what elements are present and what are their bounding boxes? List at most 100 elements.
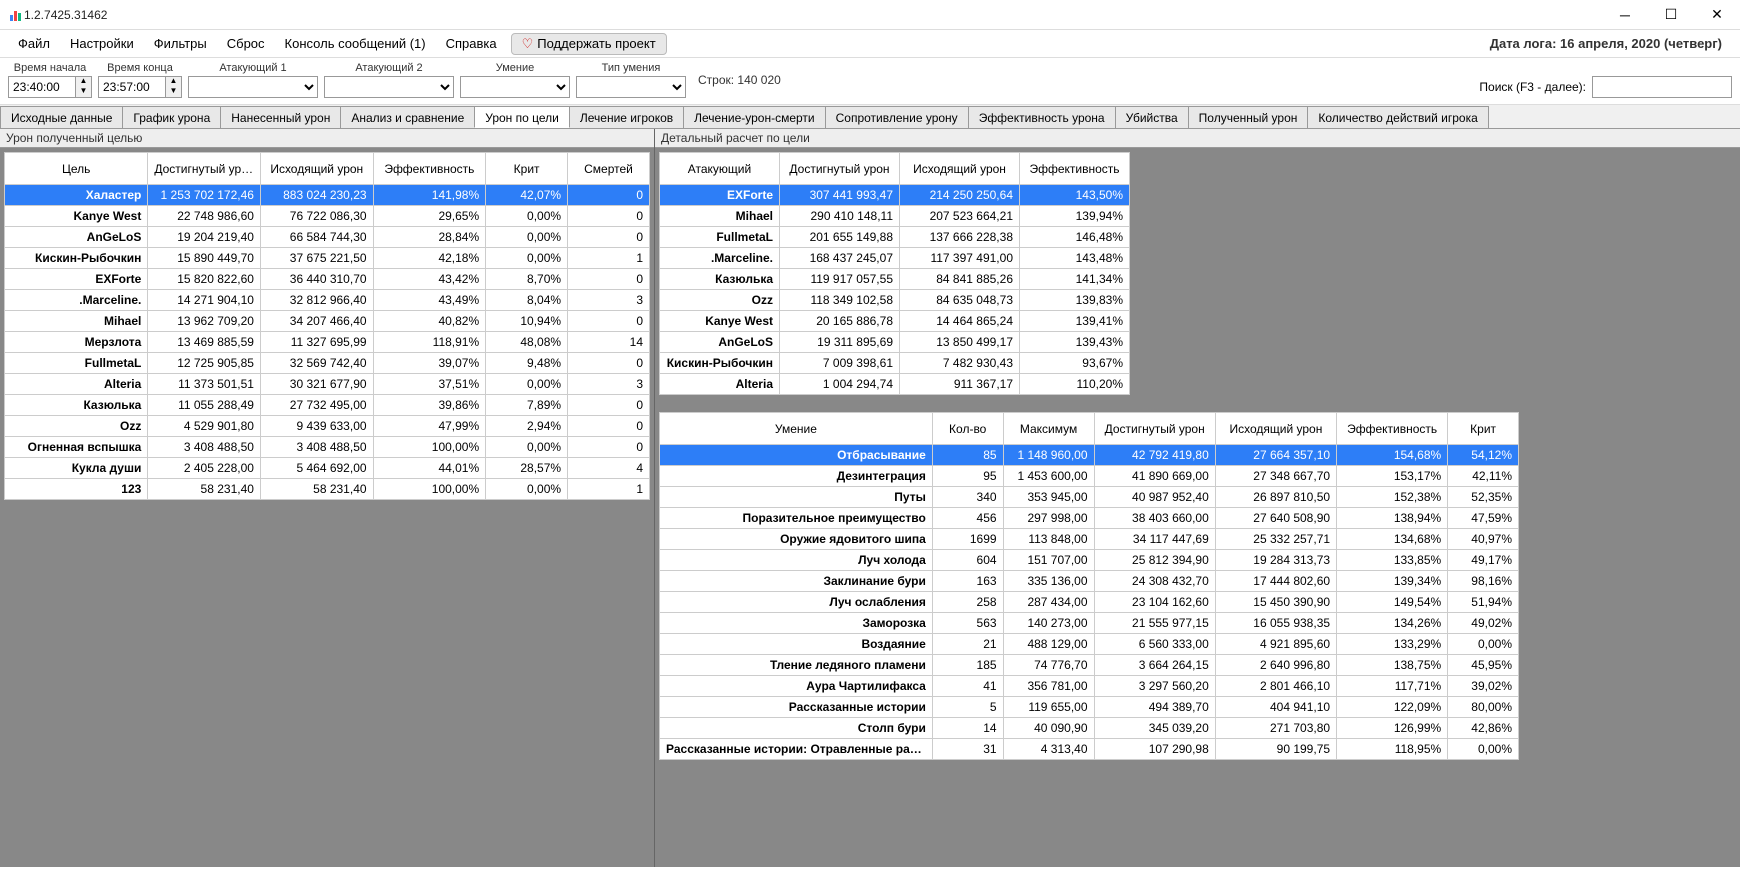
table-row[interactable]: Мерзлота13 469 885,5911 327 695,99118,91… [5, 332, 650, 353]
col-header[interactable]: Умение [660, 413, 933, 445]
spin-down-icon[interactable]: ▼ [165, 87, 181, 97]
table-row[interactable]: AnGeLoS19 311 895,6913 850 499,17139,43% [660, 332, 1130, 353]
table-row[interactable]: Путы340353 945,0040 987 952,4026 897 810… [660, 487, 1519, 508]
tab-1[interactable]: График урона [122, 106, 221, 128]
row-value: 74 776,70 [1003, 655, 1094, 676]
row-name: Кискин-Рыбочкин [660, 353, 780, 374]
row-value: 0,00% [486, 248, 568, 269]
col-header[interactable]: Исходящий урон [1215, 413, 1336, 445]
menu-reset[interactable]: Сброс [217, 32, 275, 55]
col-header[interactable]: Цель [5, 153, 148, 185]
table-row[interactable]: AnGeLoS19 204 219,4066 584 744,3028,84%0… [5, 227, 650, 248]
attacker2-combo[interactable] [324, 76, 454, 98]
table-row[interactable]: Alteria11 373 501,5130 321 677,9037,51%0… [5, 374, 650, 395]
table-row[interactable]: Тление ледяного пламени18574 776,703 664… [660, 655, 1519, 676]
table-row[interactable]: Поразительное преимущество456297 998,003… [660, 508, 1519, 529]
col-header[interactable]: Эффективность [1337, 413, 1448, 445]
table-row[interactable]: Рассказанные истории: Отравленные расска… [660, 739, 1519, 760]
col-header[interactable]: Кол-во [932, 413, 1003, 445]
col-header[interactable]: Крит [1448, 413, 1519, 445]
tab-10[interactable]: Полученный урон [1188, 106, 1309, 128]
table-row[interactable]: Mihael13 962 709,2034 207 466,4040,82%10… [5, 311, 650, 332]
menu-file[interactable]: Файл [8, 32, 60, 55]
table-row[interactable]: Казюлька11 055 288,4927 732 495,0039,86%… [5, 395, 650, 416]
tab-2[interactable]: Нанесенный урон [220, 106, 341, 128]
tab-9[interactable]: Убийства [1115, 106, 1189, 128]
table-row[interactable]: .Marceline.168 437 245,07117 397 491,001… [660, 248, 1130, 269]
row-count: Строк: 140 020 [698, 73, 781, 87]
spin-down-icon[interactable]: ▼ [75, 87, 91, 97]
col-header[interactable]: Смертей [568, 153, 650, 185]
table-row[interactable]: Mihael290 410 148,11207 523 664,21139,94… [660, 206, 1130, 227]
tab-11[interactable]: Количество действий игрока [1307, 106, 1488, 128]
attacker-table[interactable]: АтакующийДостигнутый уронИсходящий уронЭ… [659, 152, 1130, 395]
table-row[interactable]: Отбрасывание851 148 960,0042 792 419,802… [660, 445, 1519, 466]
table-row[interactable]: Рассказанные истории5119 655,00494 389,7… [660, 697, 1519, 718]
table-row[interactable]: Халастер1 253 702 172,46883 024 230,2314… [5, 185, 650, 206]
table-row[interactable]: Аура Чартилифакса41356 781,003 297 560,2… [660, 676, 1519, 697]
skill-combo[interactable] [460, 76, 570, 98]
maximize-button[interactable]: ☐ [1648, 0, 1694, 30]
attacker1-combo[interactable] [188, 76, 318, 98]
col-header[interactable]: Атакующий [660, 153, 780, 185]
table-row[interactable]: Заморозка563140 273,0021 555 977,1516 05… [660, 613, 1519, 634]
table-row[interactable]: Kanye West20 165 886,7814 464 865,24139,… [660, 311, 1130, 332]
table-row[interactable]: Кискин-Рыбочкин7 009 398,617 482 930,439… [660, 353, 1130, 374]
table-row[interactable]: Кискин-Рыбочкин15 890 449,7037 675 221,5… [5, 248, 650, 269]
table-row[interactable]: Ozz4 529 901,809 439 633,0047,99%2,94%0 [5, 416, 650, 437]
table-row[interactable]: .Marceline.14 271 904,1032 812 966,4043,… [5, 290, 650, 311]
tab-7[interactable]: Сопротивление урону [825, 106, 969, 128]
tab-5[interactable]: Лечение игроков [569, 106, 684, 128]
table-row[interactable]: FullmetaL12 725 905,8532 569 742,4039,07… [5, 353, 650, 374]
col-header[interactable]: Достигнутый урон [1094, 413, 1215, 445]
table-row[interactable]: Казюлька119 917 057,5584 841 885,26141,3… [660, 269, 1130, 290]
table-row[interactable]: Kanye West22 748 986,6076 722 086,3029,6… [5, 206, 650, 227]
table-row[interactable]: EXForte307 441 993,47214 250 250,64143,5… [660, 185, 1130, 206]
table-row[interactable]: Ozz118 349 102,5884 635 048,73139,83% [660, 290, 1130, 311]
table-row[interactable]: EXForte15 820 822,6036 440 310,7043,42%8… [5, 269, 650, 290]
col-header[interactable]: Эффективность [373, 153, 486, 185]
search-input[interactable] [1592, 76, 1732, 98]
table-row[interactable]: Дезинтеграция951 453 600,0041 890 669,00… [660, 466, 1519, 487]
table-row[interactable]: Заклинание бури163335 136,0024 308 432,7… [660, 571, 1519, 592]
col-header[interactable]: Исходящий урон [260, 153, 373, 185]
start-time-input[interactable]: ▲▼ [8, 76, 92, 98]
row-value: 1 453 600,00 [1003, 466, 1094, 487]
table-row[interactable]: FullmetaL201 655 149,88137 666 228,38146… [660, 227, 1130, 248]
table-row[interactable]: Оружие ядовитого шипа1699113 848,0034 11… [660, 529, 1519, 550]
table-row[interactable]: Столп бури1440 090,90345 039,20271 703,8… [660, 718, 1519, 739]
col-header[interactable]: Достигнутый урон [780, 153, 900, 185]
col-header[interactable]: Крит [486, 153, 568, 185]
table-row[interactable]: Воздаяние21488 129,006 560 333,004 921 8… [660, 634, 1519, 655]
col-header[interactable]: Эффективность [1020, 153, 1130, 185]
menu-settings[interactable]: Настройки [60, 32, 144, 55]
close-button[interactable]: ✕ [1694, 0, 1740, 30]
target-damage-table[interactable]: ЦельДостигнутый уронИсходящий уронЭффект… [4, 152, 650, 500]
row-value: 0 [568, 206, 650, 227]
table-row[interactable]: 12358 231,4058 231,40100,00%0,00%1 [5, 479, 650, 500]
tab-6[interactable]: Лечение-урон-смерти [683, 106, 825, 128]
col-header[interactable]: Исходящий урон [900, 153, 1020, 185]
minimize-button[interactable]: ─ [1602, 0, 1648, 30]
support-button[interactable]: ♡ Поддержать проект [511, 33, 667, 55]
menu-help[interactable]: Справка [436, 32, 507, 55]
col-header[interactable]: Максимум [1003, 413, 1094, 445]
tab-8[interactable]: Эффективность урона [968, 106, 1116, 128]
row-value: 0 [568, 353, 650, 374]
menu-filters[interactable]: Фильтры [144, 32, 217, 55]
table-row[interactable]: Луч холода604151 707,0025 812 394,9019 2… [660, 550, 1519, 571]
tab-3[interactable]: Анализ и сравнение [340, 106, 475, 128]
col-header[interactable]: Достигнутый урон [148, 153, 261, 185]
table-row[interactable]: Alteria1 004 294,74911 367,17110,20% [660, 374, 1130, 395]
end-time-input[interactable]: ▲▼ [98, 76, 182, 98]
tab-0[interactable]: Исходные данные [0, 106, 123, 128]
menu-console[interactable]: Консоль сообщений (1) [275, 32, 436, 55]
tab-4[interactable]: Урон по цели [474, 106, 570, 128]
table-row[interactable]: Луч ослабления258287 434,0023 104 162,60… [660, 592, 1519, 613]
table-row[interactable]: Огненная вспышка3 408 488,503 408 488,50… [5, 437, 650, 458]
skilltype-combo[interactable] [576, 76, 686, 98]
skill-table[interactable]: УмениеКол-воМаксимумДостигнутый уронИсхо… [659, 412, 1519, 760]
table-row[interactable]: Кукла души2 405 228,005 464 692,0044,01%… [5, 458, 650, 479]
row-value: 40,82% [373, 311, 486, 332]
row-value: 117,71% [1337, 676, 1448, 697]
